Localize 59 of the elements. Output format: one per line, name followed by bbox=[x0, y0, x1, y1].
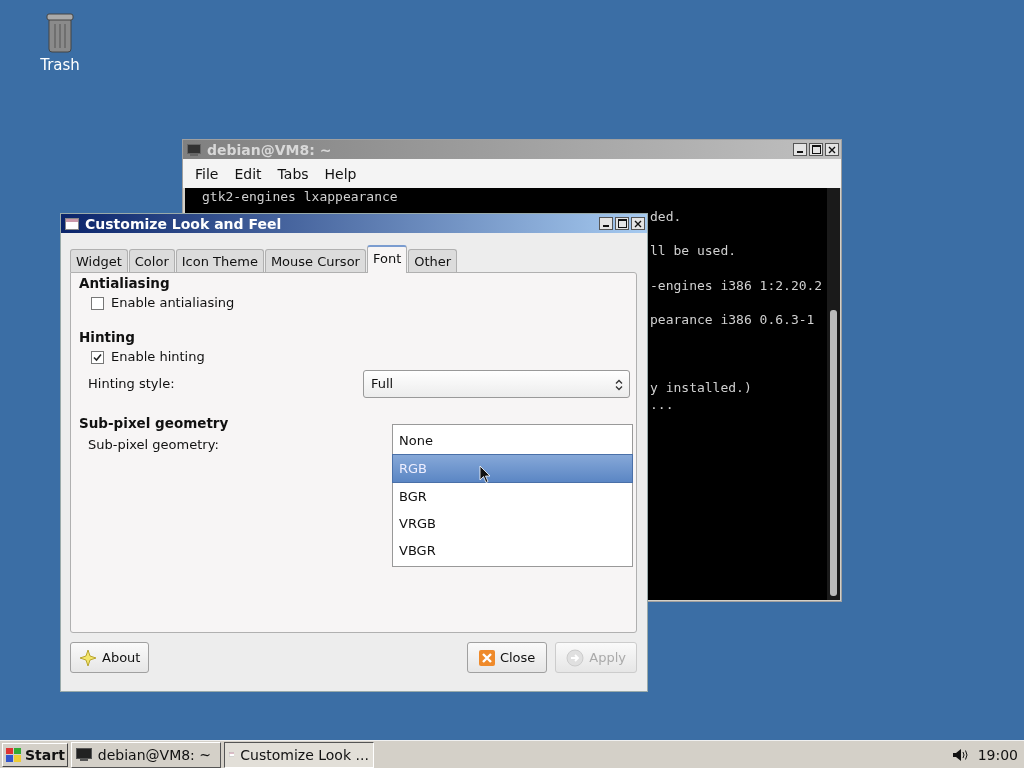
checkbox-label[interactable]: Enable hinting bbox=[111, 348, 205, 366]
field-label: Hinting style: bbox=[88, 375, 175, 393]
taskbar-button[interactable]: debian@VM8: ~ bbox=[70, 741, 221, 768]
taskbar-button[interactable]: Customize Look ... bbox=[223, 741, 374, 768]
minimize-button[interactable] bbox=[793, 143, 807, 156]
dropdown-option[interactable]: VBGR bbox=[393, 537, 632, 564]
clock[interactable]: 19:00 bbox=[977, 746, 1018, 763]
close-icon bbox=[478, 649, 495, 666]
menu-item[interactable]: File bbox=[187, 165, 227, 182]
up-down-arrows-icon bbox=[615, 379, 623, 391]
trash-can-icon[interactable] bbox=[44, 12, 76, 54]
close-button[interactable]: Close bbox=[466, 642, 548, 673]
flag-icon bbox=[5, 746, 23, 763]
tab[interactable]: Other bbox=[408, 249, 458, 272]
dropdown[interactable]: Full bbox=[363, 370, 630, 398]
menu-item[interactable]: Edit bbox=[226, 165, 270, 182]
icon-label[interactable]: Trash bbox=[40, 56, 80, 74]
tab[interactable]: Color bbox=[128, 249, 175, 272]
speaker-icon[interactable] bbox=[951, 747, 970, 762]
window-title: Customize Look and Feel bbox=[85, 215, 283, 232]
terminal-icon bbox=[75, 748, 92, 761]
close-button[interactable] bbox=[631, 217, 645, 230]
close-button[interactable] bbox=[825, 143, 839, 156]
mouse-pointer-icon bbox=[479, 465, 491, 484]
scrollbar-thumb[interactable] bbox=[830, 310, 837, 596]
terminal-icon bbox=[187, 143, 201, 156]
terminal-line: y installed.) bbox=[650, 380, 752, 396]
apply-icon bbox=[566, 648, 585, 667]
star-icon bbox=[79, 648, 97, 667]
terminal-line: pearance i386 0.6.3-1 bbox=[650, 311, 815, 327]
section-heading: Sub-pixel geometry bbox=[79, 415, 230, 432]
window-title: debian@VM8: ~ bbox=[207, 141, 333, 158]
start-button[interactable]: Start bbox=[2, 742, 68, 767]
tab[interactable]: Mouse Cursor bbox=[264, 249, 366, 272]
terminal-line: ... bbox=[650, 397, 674, 413]
maximize-button[interactable] bbox=[809, 143, 823, 156]
menu-item[interactable]: Tabs bbox=[269, 165, 317, 182]
terminal-line: ded. bbox=[650, 209, 682, 225]
section-heading: Hinting bbox=[79, 329, 136, 346]
tab[interactable]: Font bbox=[366, 245, 408, 273]
terminal-line: ll be used. bbox=[650, 243, 737, 259]
dropdown-option[interactable]: None bbox=[393, 427, 632, 454]
menu-item[interactable]: Help bbox=[316, 165, 365, 182]
field-label: Sub-pixel geometry: bbox=[88, 436, 219, 454]
tab[interactable]: Icon Theme bbox=[175, 249, 264, 272]
checkbox[interactable] bbox=[91, 350, 104, 364]
minimize-button[interactable] bbox=[599, 217, 613, 230]
scrollbar[interactable] bbox=[827, 188, 840, 600]
terminal-line: -engines i386 1:2.20.2 bbox=[650, 277, 823, 293]
dropdown-option[interactable]: VRGB bbox=[393, 510, 632, 537]
window-icon bbox=[65, 217, 79, 230]
checkbox[interactable] bbox=[91, 296, 104, 310]
tab[interactable]: Widget bbox=[70, 249, 128, 272]
checkbox-label[interactable]: Enable antialiasing bbox=[111, 294, 235, 312]
dropdown-option[interactable]: BGR bbox=[393, 483, 632, 510]
about-button[interactable]: About bbox=[70, 642, 150, 673]
section-heading: Antialiasing bbox=[79, 275, 171, 292]
terminal-line: gtk2-engines lxappearance bbox=[201, 188, 399, 204]
maximize-button[interactable] bbox=[615, 217, 629, 230]
